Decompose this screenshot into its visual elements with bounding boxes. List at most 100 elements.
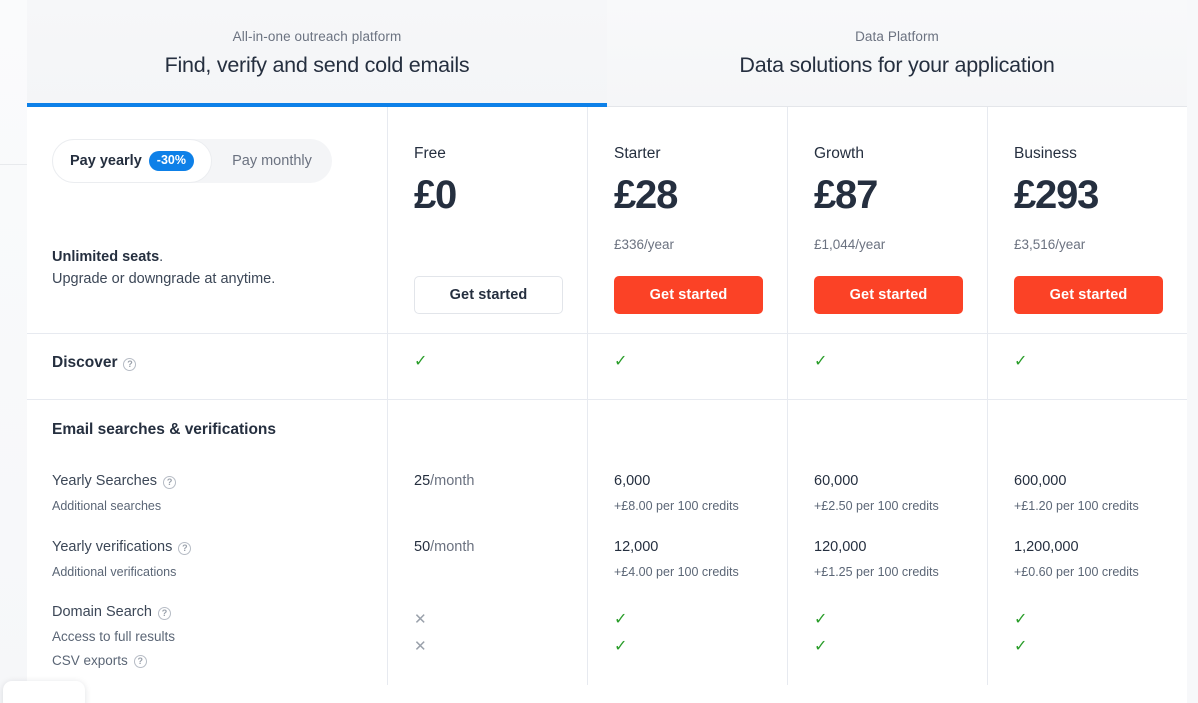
plan-price-starter: £28 xyxy=(614,173,678,217)
discover-label-cell: Discover ? xyxy=(27,334,387,399)
billing-controls-cell: Pay yearly -30% Pay monthly Unlimited se… xyxy=(27,107,387,333)
mark-access-free: ✕ xyxy=(414,606,587,633)
plan-price-business: £293 xyxy=(1014,173,1099,217)
check-icon: ✓ xyxy=(614,637,628,655)
section-label-cell: Email searches & verifications xyxy=(27,400,387,461)
domain-search-title: Domain Search ? xyxy=(52,593,387,620)
yearly-verifications-value-free: 50/month xyxy=(387,527,587,593)
plan-column-free: Free £0 Get started xyxy=(387,107,587,333)
domain-search-subrow-access: Access to full results xyxy=(52,629,387,644)
get-started-button-free[interactable]: Get started xyxy=(414,276,563,314)
domain-search-values-business: ✓ ✓ xyxy=(987,593,1187,685)
product-tabs: All-in-one outreach platform Find, verif… xyxy=(27,0,1187,107)
help-icon-yearly-searches[interactable]: ? xyxy=(163,475,177,489)
section-spacer-growth xyxy=(787,400,987,461)
discover-value-starter: ✓ xyxy=(587,334,787,399)
plan-yearly-free xyxy=(414,237,587,253)
check-icon: ✓ xyxy=(814,637,828,655)
plan-column-business: Business £293 £3,516/year Get started xyxy=(987,107,1187,333)
feature-row-yearly-verifications: Yearly verifications ? Additional verifi… xyxy=(27,527,1187,593)
yearly-verifications-value-starter: 12,000 +£4.00 per 100 credits xyxy=(587,527,787,593)
left-gutter xyxy=(0,0,27,703)
value-number: 1,200,000 xyxy=(1014,539,1079,555)
yearly-verifications-value-growth: 120,000 +£1.25 per 100 credits xyxy=(787,527,987,593)
tab-data-title: Data solutions for your application xyxy=(739,53,1055,77)
toggle-pay-yearly-label: Pay yearly xyxy=(70,153,142,169)
billing-period-toggle[interactable]: Pay yearly -30% Pay monthly xyxy=(52,139,332,183)
yearly-searches-value-starter: 6,000 +£8.00 per 100 credits xyxy=(587,461,787,527)
yearly-searches-value-business: 600,000 +£1.20 per 100 credits xyxy=(987,461,1187,527)
toggle-pay-yearly[interactable]: Pay yearly -30% xyxy=(52,139,212,183)
mark-access-growth: ✓ xyxy=(814,606,987,633)
yearly-verifications-value-business: 1,200,000 +£0.60 per 100 credits xyxy=(987,527,1187,593)
tab-outreach-eyebrow: All-in-one outreach platform xyxy=(232,29,402,44)
tab-data-platform[interactable]: Data Platform Data solutions for your ap… xyxy=(607,0,1187,107)
cross-icon: ✕ xyxy=(414,638,427,655)
value-number: 25 xyxy=(414,473,431,489)
plan-name-business: Business xyxy=(1014,145,1077,162)
value-number: 6,000 xyxy=(614,473,651,489)
mark-access-starter: ✓ xyxy=(614,606,787,633)
yearly-searches-sublabel: Additional searches xyxy=(52,499,162,513)
value-number: 120,000 xyxy=(814,539,867,555)
pricing-comparison-table: Pay yearly -30% Pay monthly Unlimited se… xyxy=(27,107,1187,685)
value-subtext: +£1.20 per 100 credits xyxy=(1014,499,1139,513)
help-icon-csv-exports[interactable]: ? xyxy=(133,655,147,668)
value-subtext: +£1.25 per 100 credits xyxy=(814,565,939,579)
check-icon: ✓ xyxy=(414,353,428,370)
discover-value-business: ✓ xyxy=(987,334,1187,399)
chat-widget-launcher[interactable] xyxy=(3,681,85,703)
gutter-divider xyxy=(0,164,27,165)
mark-csv-free: ✕ xyxy=(414,633,587,660)
tab-outreach-title: Find, verify and send cold emails xyxy=(164,53,470,77)
yearly-searches-value-free: 25/month xyxy=(387,461,587,527)
plan-name-starter: Starter xyxy=(614,145,661,162)
domain-search-label-cell: Domain Search ? Access to full results C… xyxy=(27,593,387,685)
yearly-verifications-label: Yearly verifications ? xyxy=(52,527,387,555)
seats-note-strong: Unlimited seats xyxy=(52,249,160,265)
get-started-button-business[interactable]: Get started xyxy=(1014,276,1163,314)
help-icon-discover[interactable]: ? xyxy=(123,357,137,371)
check-icon: ✓ xyxy=(614,610,628,628)
value-subtext: +£8.00 per 100 credits xyxy=(614,499,739,513)
plan-price-growth: £87 xyxy=(814,173,878,217)
seats-note-line2: Upgrade or downgrade at anytime. xyxy=(52,271,276,288)
discover-label-text: Discover xyxy=(52,354,118,371)
yearly-searches-value-growth: 60,000 +£2.50 per 100 credits xyxy=(787,461,987,527)
check-icon: ✓ xyxy=(1014,353,1028,370)
yearly-searches-label-text: Yearly Searches xyxy=(52,473,158,489)
tab-outreach-platform[interactable]: All-in-one outreach platform Find, verif… xyxy=(27,0,607,107)
plan-column-growth: Growth £87 £1,044/year Get started xyxy=(787,107,987,333)
domain-search-values-free: ✕ ✕ xyxy=(387,593,587,685)
plan-yearly-business: £3,516/year xyxy=(1014,237,1086,252)
feature-row-domain-search: Domain Search ? Access to full results C… xyxy=(27,593,1187,685)
get-started-button-starter[interactable]: Get started xyxy=(614,276,763,314)
plan-column-starter: Starter £28 £336/year Get started xyxy=(587,107,787,333)
value-number: 60,000 xyxy=(814,473,859,489)
domain-search-values-starter: ✓ ✓ xyxy=(587,593,787,685)
value-subtext: +£2.50 per 100 credits xyxy=(814,499,939,513)
toggle-pay-monthly[interactable]: Pay monthly xyxy=(212,139,332,183)
section-spacer-starter xyxy=(587,400,787,461)
section-spacer-business xyxy=(987,400,1187,461)
yearly-verifications-label-cell: Yearly verifications ? Additional verifi… xyxy=(27,527,387,593)
yearly-searches-label: Yearly Searches ? xyxy=(52,461,387,489)
seats-note-line1: Unlimited seats. xyxy=(52,246,387,268)
section-row-email: Email searches & verifications xyxy=(27,399,1187,461)
check-icon: ✓ xyxy=(1014,610,1028,628)
yearly-verifications-sublabel: Additional verifications xyxy=(52,565,177,579)
help-icon-yearly-verifications[interactable]: ? xyxy=(178,541,192,555)
domain-search-subrow-access-text: Access to full results xyxy=(52,629,176,644)
domain-search-values-growth: ✓ ✓ xyxy=(787,593,987,685)
help-icon-domain-search[interactable]: ? xyxy=(157,606,171,620)
plan-price-free: £0 xyxy=(414,173,457,217)
yearly-searches-label-cell: Yearly Searches ? Additional searches xyxy=(27,461,387,527)
yearly-verifications-label-text: Yearly verifications xyxy=(52,539,173,555)
value-number: 50 xyxy=(414,539,431,555)
seats-note: Unlimited seats. Upgrade or downgrade at… xyxy=(52,246,387,291)
plan-yearly-growth: £1,044/year xyxy=(814,237,886,252)
right-gutter xyxy=(1187,0,1198,703)
section-title-email: Email searches & verifications xyxy=(52,421,277,438)
get-started-button-growth[interactable]: Get started xyxy=(814,276,963,314)
check-icon: ✓ xyxy=(814,353,828,370)
